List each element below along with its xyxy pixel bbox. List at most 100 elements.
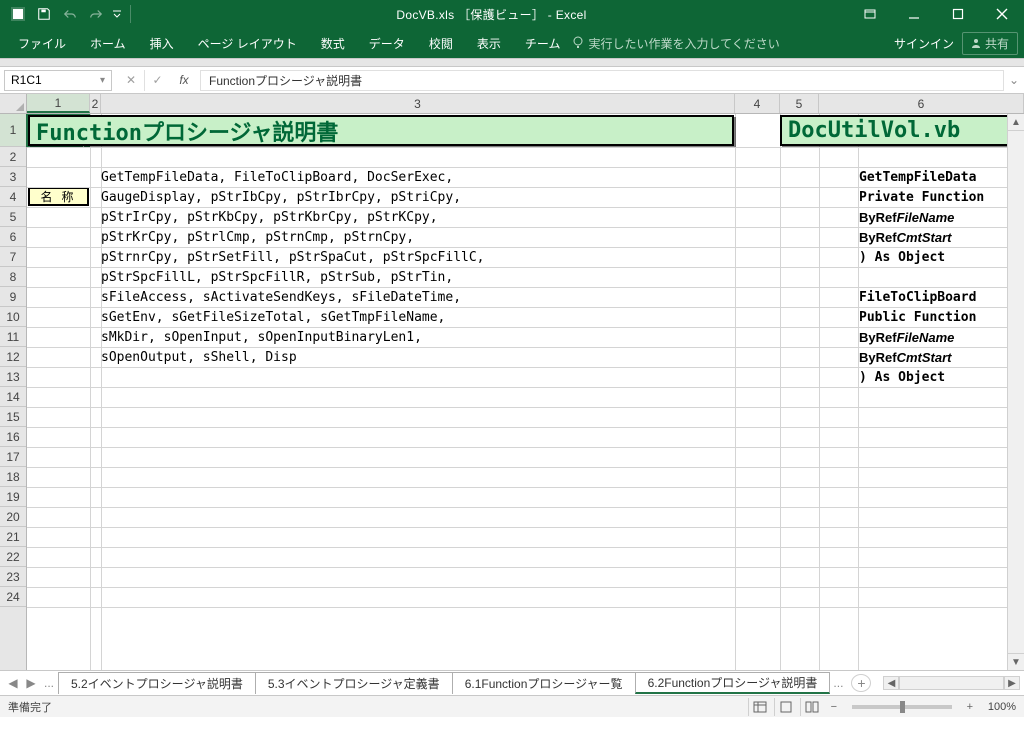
label-cell: 名 称 <box>28 187 89 206</box>
col-header-3[interactable]: 3 <box>101 94 735 113</box>
ribbon-display-icon[interactable] <box>848 0 892 28</box>
row-header-14[interactable]: 14 <box>0 387 26 407</box>
page-layout-view-icon[interactable] <box>774 698 798 716</box>
row-header-12[interactable]: 12 <box>0 347 26 367</box>
data-line: GaugeDisplay, pStrIbCpy, pStrIbrCpy, pSt… <box>101 187 461 207</box>
share-label: 共有 <box>985 35 1009 52</box>
row-header-5[interactable]: 5 <box>0 207 26 227</box>
fx-icon[interactable]: fx <box>170 73 198 87</box>
hscroll-track[interactable] <box>899 676 1004 690</box>
row-header-20[interactable]: 20 <box>0 507 26 527</box>
tell-me-label: 実行したい作業を入力してください <box>588 35 779 52</box>
tab-insert[interactable]: 挿入 <box>138 28 186 58</box>
row-header-19[interactable]: 19 <box>0 487 26 507</box>
cancel-icon[interactable]: ✕ <box>118 70 144 91</box>
tab-pagelayout[interactable]: ページ レイアウト <box>186 28 309 58</box>
right-line: ByRef FileName <box>859 327 954 347</box>
zoom-in-icon[interactable]: + <box>962 701 978 713</box>
formula-input[interactable]: Functionプロシージャ説明書 <box>200 70 1004 91</box>
data-line: sFileAccess, sActivateSendKeys, sFileDat… <box>101 287 461 307</box>
minimize-icon[interactable] <box>892 0 936 28</box>
right-line: ByRef FileName <box>859 207 954 227</box>
row-header-21[interactable]: 21 <box>0 527 26 547</box>
row-header-6[interactable]: 6 <box>0 227 26 247</box>
right-line: FileToClipBoard <box>859 287 976 307</box>
row-header-24[interactable]: 24 <box>0 587 26 607</box>
tab-nav-next-icon[interactable]: ▶ <box>22 673 40 693</box>
col-header-2[interactable]: 2 <box>90 94 101 113</box>
row-header-1[interactable]: 1 <box>0 114 26 147</box>
zoom-percent[interactable]: 100% <box>988 701 1016 713</box>
scroll-down-icon[interactable]: ▼ <box>1008 653 1024 670</box>
tab-team[interactable]: チーム <box>513 28 573 58</box>
row-header-9[interactable]: 9 <box>0 287 26 307</box>
row-header-16[interactable]: 16 <box>0 427 26 447</box>
add-sheet-icon[interactable]: + <box>851 674 871 692</box>
save-icon[interactable] <box>32 3 56 25</box>
row-header-11[interactable]: 11 <box>0 327 26 347</box>
row-header-4[interactable]: 4 <box>0 187 26 207</box>
tab-file[interactable]: ファイル <box>6 28 78 58</box>
redo-icon[interactable] <box>84 3 108 25</box>
select-all-corner[interactable] <box>0 94 27 113</box>
lightbulb-icon <box>572 36 584 50</box>
chevron-down-icon[interactable]: ▾ <box>100 75 105 86</box>
title-bar: DocVB.xls ［保護ビュー］ - Excel <box>0 0 1024 28</box>
tab-data[interactable]: データ <box>357 28 417 58</box>
sheet-tab-2[interactable]: 6.1Functionプロシージャー覧 <box>452 672 636 694</box>
row-header-22[interactable]: 22 <box>0 547 26 567</box>
data-line: sOpenOutput, sShell, Disp <box>101 347 297 367</box>
col-header-1[interactable]: 1 <box>27 94 90 113</box>
maximize-icon[interactable] <box>936 0 980 28</box>
right-line: Private Function <box>859 187 984 207</box>
col-header-6[interactable]: 6 <box>819 94 1024 113</box>
hscroll-right-icon[interactable]: ▶ <box>1004 676 1020 690</box>
sheet-tab-1[interactable]: 5.3イベントプロシージャ定義書 <box>255 672 453 694</box>
row-header-2[interactable]: 2 <box>0 147 26 167</box>
scroll-up-icon[interactable]: ▲ <box>1008 114 1024 131</box>
zoom-thumb[interactable] <box>900 701 905 713</box>
tab-view[interactable]: 表示 <box>465 28 513 58</box>
hscroll-left-icon[interactable]: ◀ <box>883 676 899 690</box>
tab-formulas[interactable]: 数式 <box>309 28 357 58</box>
tab-more-left[interactable]: ... <box>40 673 58 693</box>
sheet-tab-0[interactable]: 5.2イベントプロシージャ説明書 <box>58 672 256 694</box>
zoom-slider[interactable] <box>852 705 952 709</box>
close-icon[interactable] <box>980 0 1024 28</box>
row-header-17[interactable]: 17 <box>0 447 26 467</box>
qat-customize-icon[interactable] <box>110 3 124 25</box>
sheet-tab-3[interactable]: 6.2Functionプロシージャ説明書 <box>635 672 831 694</box>
signin-link[interactable]: サインイン <box>894 35 954 52</box>
cells[interactable]: Functionプロシージャ説明書 DocUtilVol.vb 名 称 GetT… <box>27 114 1024 670</box>
normal-view-icon[interactable] <box>748 698 772 716</box>
page-break-view-icon[interactable] <box>800 698 824 716</box>
tab-nav-prev-icon[interactable]: ◀ <box>4 673 22 693</box>
tab-more-right[interactable]: ... <box>829 673 847 693</box>
row-header-8[interactable]: 8 <box>0 267 26 287</box>
row-header-10[interactable]: 10 <box>0 307 26 327</box>
row-header-13[interactable]: 13 <box>0 367 26 387</box>
col-header-5[interactable]: 5 <box>780 94 819 113</box>
formula-expand-icon[interactable]: ⌄ <box>1004 73 1024 87</box>
vertical-scrollbar[interactable]: ▲ ▼ <box>1007 114 1024 670</box>
data-line: pStrnrCpy, pStrSetFill, pStrSpaCut, pStr… <box>101 247 485 267</box>
row-header-18[interactable]: 18 <box>0 467 26 487</box>
share-button[interactable]: 共有 <box>962 32 1018 55</box>
name-box[interactable]: R1C1 ▾ <box>4 70 112 91</box>
undo-icon[interactable] <box>58 3 82 25</box>
row-header-3[interactable]: 3 <box>0 167 26 187</box>
ribbon-divider <box>0 58 1024 67</box>
tell-me-search[interactable]: 実行したい作業を入力してください <box>572 35 779 52</box>
horizontal-scrollbar[interactable]: ◀ ▶ <box>883 675 1020 691</box>
data-line: pStrKrCpy, pStrlCmp, pStrnCmp, pStrnCpy, <box>101 227 414 247</box>
tab-home[interactable]: ホーム <box>78 28 138 58</box>
col-header-4[interactable]: 4 <box>735 94 780 113</box>
zoom-out-icon[interactable]: − <box>826 701 842 713</box>
tab-review[interactable]: 校閲 <box>417 28 465 58</box>
row-header-23[interactable]: 23 <box>0 567 26 587</box>
right-line: ByRef CmtStart <box>859 347 951 367</box>
enter-icon[interactable]: ✓ <box>144 70 170 91</box>
row-header-7[interactable]: 7 <box>0 247 26 267</box>
row-header-15[interactable]: 15 <box>0 407 26 427</box>
person-icon <box>971 38 981 48</box>
